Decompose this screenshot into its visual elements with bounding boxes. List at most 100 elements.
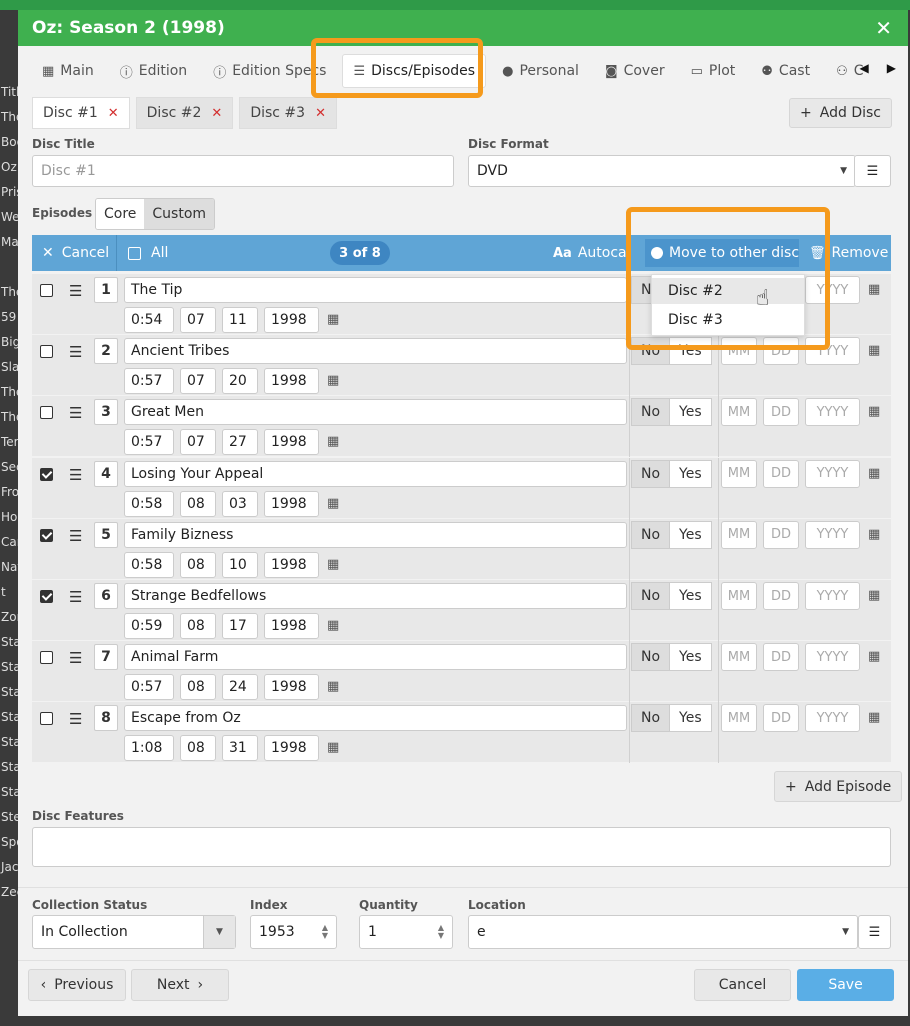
cancel-button[interactable]: Cancel: [694, 969, 791, 1001]
remove-disc-icon[interactable]: ✕: [315, 106, 326, 121]
episode-title-input[interactable]: Animal Farm: [124, 644, 627, 671]
air-day-input[interactable]: 24: [222, 674, 258, 701]
seen-day-input[interactable]: DD: [763, 520, 799, 549]
seen-yes-button[interactable]: Yes: [670, 520, 712, 549]
drag-handle-icon[interactable]: ☰: [69, 404, 82, 422]
seen-no-button[interactable]: No: [631, 520, 671, 549]
episode-length-input[interactable]: 0:54: [124, 307, 174, 333]
drag-handle-icon[interactable]: ☰: [69, 527, 82, 545]
calendar-icon[interactable]: ▦: [868, 710, 880, 725]
remove-button[interactable]: 🗑 Remove: [809, 245, 888, 261]
add-episode-button[interactable]: + Add Episode: [774, 771, 903, 802]
seen-day-input[interactable]: DD: [763, 398, 799, 427]
air-day-input[interactable]: 20: [222, 368, 258, 395]
next-button[interactable]: Next ›: [131, 969, 229, 1001]
seen-yes-button[interactable]: Yes: [670, 582, 712, 610]
drag-handle-icon[interactable]: ☰: [69, 343, 82, 361]
calendar-icon[interactable]: ▦: [327, 740, 339, 755]
save-button[interactable]: Save: [797, 969, 894, 1001]
air-day-input[interactable]: 31: [222, 735, 258, 762]
seen-month-input[interactable]: MM: [721, 337, 757, 366]
air-month-input[interactable]: 07: [180, 429, 216, 456]
episode-title-input[interactable]: Ancient Tribes: [124, 338, 627, 365]
seen-month-input[interactable]: MM: [721, 582, 757, 610]
seen-yes-button[interactable]: Yes: [670, 643, 712, 672]
calendar-icon[interactable]: ▦: [327, 679, 339, 694]
seen-no-button[interactable]: No: [631, 643, 671, 672]
episode-length-input[interactable]: 0:58: [124, 551, 174, 578]
tab-scroll-left-icon[interactable]: ◀: [860, 61, 869, 75]
tab-edition[interactable]: ⓘ Edition: [110, 54, 197, 88]
tab-edition-specs[interactable]: ⓘ Edition Specs: [203, 54, 336, 88]
air-month-input[interactable]: 08: [180, 551, 216, 578]
air-month-input[interactable]: 08: [180, 735, 216, 762]
episode-title-input[interactable]: Great Men: [124, 399, 627, 426]
drag-handle-icon[interactable]: ☰: [69, 282, 82, 300]
add-disc-button[interactable]: + Add Disc: [789, 98, 892, 128]
seen-year-input[interactable]: YYYY: [805, 276, 860, 304]
drag-handle-icon[interactable]: ☰: [69, 588, 82, 606]
remove-disc-icon[interactable]: ✕: [211, 106, 222, 121]
disc-tab-2[interactable]: Disc #2 ✕: [135, 97, 234, 129]
episode-checkbox[interactable]: [40, 590, 53, 603]
select-all-button[interactable]: All: [128, 245, 168, 261]
air-month-input[interactable]: 07: [180, 368, 216, 395]
collection-status-select[interactable]: In Collection ▼: [32, 915, 236, 949]
quantity-input[interactable]: 1 ▲ ▼: [359, 915, 453, 949]
episode-title-input[interactable]: Escape from Oz: [124, 705, 627, 732]
seen-yes-button[interactable]: Yes: [670, 337, 712, 366]
air-month-input[interactable]: 08: [180, 613, 216, 639]
location-list-button[interactable]: ☰: [858, 915, 891, 949]
tab-personal[interactable]: ● Personal: [492, 54, 589, 88]
episode-length-input[interactable]: 0:57: [124, 674, 174, 701]
air-year-input[interactable]: 1998: [264, 490, 319, 517]
episode-length-input[interactable]: 0:59: [124, 613, 174, 639]
episode-checkbox[interactable]: [40, 651, 53, 665]
air-year-input[interactable]: 1998: [264, 429, 319, 456]
air-year-input[interactable]: 1998: [264, 674, 319, 701]
seen-day-input[interactable]: DD: [763, 643, 799, 672]
seen-day-input[interactable]: DD: [763, 582, 799, 610]
air-day-input[interactable]: 03: [222, 490, 258, 517]
calendar-icon[interactable]: ▦: [327, 373, 339, 388]
seen-no-button[interactable]: No: [631, 398, 671, 427]
drag-handle-icon[interactable]: ☰: [69, 649, 82, 667]
disc-title-input[interactable]: Disc #1: [32, 155, 454, 187]
seen-year-input[interactable]: YYYY: [805, 704, 860, 733]
air-month-input[interactable]: 08: [180, 490, 216, 517]
seen-yes-button[interactable]: Yes: [670, 459, 712, 488]
seen-month-input[interactable]: MM: [721, 398, 757, 427]
stepper-icon[interactable]: ▲ ▼: [322, 924, 328, 940]
calendar-icon[interactable]: ▦: [868, 649, 880, 664]
calendar-icon[interactable]: ▦: [868, 282, 880, 297]
core-mode-button[interactable]: Core: [96, 199, 145, 229]
episode-title-input[interactable]: Family Bizness: [124, 521, 627, 548]
episode-checkbox[interactable]: [40, 284, 53, 297]
custom-mode-button[interactable]: Custom: [144, 199, 215, 229]
episode-checkbox[interactable]: [40, 467, 53, 481]
move-menu-item-disc-2[interactable]: Disc #2: [652, 278, 804, 304]
episode-checkbox[interactable]: [40, 406, 53, 420]
seen-yes-button[interactable]: Yes: [670, 704, 712, 733]
index-input[interactable]: 1953 ▲ ▼: [250, 915, 337, 949]
disc-features-textarea[interactable]: [32, 827, 891, 867]
remove-disc-icon[interactable]: ✕: [108, 106, 119, 121]
seen-year-input[interactable]: YYYY: [805, 643, 860, 672]
air-day-input[interactable]: 27: [222, 429, 258, 456]
seen-day-input[interactable]: DD: [763, 704, 799, 733]
drag-handle-icon[interactable]: ☰: [69, 466, 82, 484]
seen-no-button[interactable]: No: [631, 704, 671, 733]
episode-checkbox[interactable]: [40, 712, 53, 726]
calendar-icon[interactable]: ▦: [868, 588, 880, 603]
seen-day-input[interactable]: DD: [763, 459, 799, 488]
episode-length-input[interactable]: 0:57: [124, 429, 174, 456]
calendar-icon[interactable]: ▦: [327, 312, 339, 327]
seen-month-input[interactable]: MM: [721, 459, 757, 488]
disc-format-select[interactable]: DVD ▼: [468, 155, 856, 187]
episode-title-input[interactable]: Strange Bedfellows: [124, 583, 627, 609]
cancel-selection-button[interactable]: ✕ Cancel: [42, 245, 109, 261]
calendar-icon[interactable]: ▦: [327, 496, 339, 511]
drag-handle-icon[interactable]: ☰: [69, 710, 82, 728]
previous-button[interactable]: ‹ Previous: [28, 969, 126, 1001]
move-menu-item-disc-3[interactable]: Disc #3: [652, 307, 804, 333]
